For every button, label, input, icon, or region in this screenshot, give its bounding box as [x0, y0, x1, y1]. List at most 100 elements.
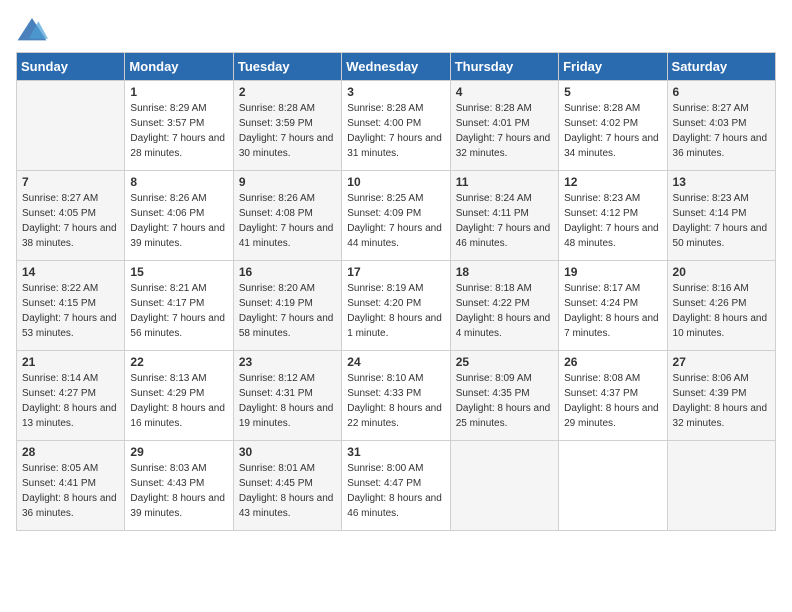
calendar-cell: 12Sunrise: 8:23 AMSunset: 4:12 PMDayligh…	[559, 171, 667, 261]
calendar-cell: 14 Sunrise: 8:22 AMSunset: 4:15 PMDayligh…	[17, 261, 125, 351]
calendar-cell: 16 Sunrise: 8:20 AMSunset: 4:19 PMDayligh…	[233, 261, 341, 351]
day-number: 4	[456, 85, 553, 99]
day-info: Sunrise: 8:21 AMSunset: 4:17 PMDaylight:…	[130, 281, 227, 341]
day-number: 25	[456, 355, 553, 369]
day-info: Sunrise: 8:09 AMSunset: 4:35 PMDaylight:…	[456, 371, 553, 431]
day-info: Sunrise: 8:17 AMSunset: 4:24 PMDaylight:…	[564, 281, 661, 341]
calendar-cell: 27Sunrise: 8:06 AMSunset: 4:39 PMDayligh…	[667, 351, 775, 441]
day-number: 11	[456, 175, 553, 189]
calendar-cell	[450, 441, 558, 531]
day-info: Sunrise: 8:00 AMSunset: 4:47 PMDaylight:…	[347, 461, 444, 521]
calendar-cell: 8 Sunrise: 8:26 AMSunset: 4:06 PMDaylight…	[125, 171, 233, 261]
day-number: 23	[239, 355, 336, 369]
day-number: 1	[130, 85, 227, 99]
calendar-week-4: 21 Sunrise: 8:14 AMSunset: 4:27 PMDayligh…	[17, 351, 776, 441]
logo-icon	[16, 16, 48, 44]
calendar-week-2: 7 Sunrise: 8:27 AMSunset: 4:05 PMDaylight…	[17, 171, 776, 261]
day-info: Sunrise: 8:05 AMSunset: 4:41 PMDaylight:…	[22, 461, 119, 521]
day-number: 19	[564, 265, 661, 279]
day-info: Sunrise: 8:26 AMSunset: 4:08 PMDaylight:…	[239, 191, 336, 251]
calendar-cell: 13Sunrise: 8:23 AMSunset: 4:14 PMDayligh…	[667, 171, 775, 261]
day-number: 24	[347, 355, 444, 369]
day-info: Sunrise: 8:28 AMSunset: 4:00 PMDaylight:…	[347, 101, 444, 161]
weekday-header-friday: Friday	[559, 53, 667, 81]
day-number: 31	[347, 445, 444, 459]
calendar-cell: 25 Sunrise: 8:09 AMSunset: 4:35 PMDayligh…	[450, 351, 558, 441]
day-info: Sunrise: 8:16 AMSunset: 4:26 PMDaylight:…	[673, 281, 770, 341]
calendar-week-3: 14 Sunrise: 8:22 AMSunset: 4:15 PMDayligh…	[17, 261, 776, 351]
day-number: 22	[130, 355, 227, 369]
day-info: Sunrise: 8:10 AMSunset: 4:33 PMDaylight:…	[347, 371, 444, 431]
calendar-cell	[667, 441, 775, 531]
calendar-cell: 26Sunrise: 8:08 AMSunset: 4:37 PMDayligh…	[559, 351, 667, 441]
day-number: 6	[673, 85, 770, 99]
day-number: 28	[22, 445, 119, 459]
day-info: Sunrise: 8:03 AMSunset: 4:43 PMDaylight:…	[130, 461, 227, 521]
day-number: 5	[564, 85, 661, 99]
calendar-cell: 30 Sunrise: 8:01 AMSunset: 4:45 PMDayligh…	[233, 441, 341, 531]
calendar-cell: 17 Sunrise: 8:19 AMSunset: 4:20 PMDayligh…	[342, 261, 450, 351]
calendar-cell: 28 Sunrise: 8:05 AMSunset: 4:41 PMDayligh…	[17, 441, 125, 531]
day-number: 8	[130, 175, 227, 189]
day-number: 30	[239, 445, 336, 459]
calendar-cell: 18Sunrise: 8:18 AMSunset: 4:22 PMDayligh…	[450, 261, 558, 351]
day-number: 29	[130, 445, 227, 459]
day-info: Sunrise: 8:27 AMSunset: 4:05 PMDaylight:…	[22, 191, 119, 251]
day-info: Sunrise: 8:18 AMSunset: 4:22 PMDaylight:…	[456, 281, 553, 341]
calendar-cell: 31 Sunrise: 8:00 AMSunset: 4:47 PMDayligh…	[342, 441, 450, 531]
weekday-header-monday: Monday	[125, 53, 233, 81]
weekday-header-wednesday: Wednesday	[342, 53, 450, 81]
calendar-cell	[559, 441, 667, 531]
calendar-cell: 7 Sunrise: 8:27 AMSunset: 4:05 PMDaylight…	[17, 171, 125, 261]
day-number: 17	[347, 265, 444, 279]
day-info: Sunrise: 8:29 AMSunset: 3:57 PMDaylight:…	[130, 101, 227, 161]
calendar-table: SundayMondayTuesdayWednesdayThursdayFrid…	[16, 52, 776, 531]
calendar-cell: 4Sunrise: 8:28 AMSunset: 4:01 PMDaylight…	[450, 81, 558, 171]
day-info: Sunrise: 8:23 AMSunset: 4:14 PMDaylight:…	[673, 191, 770, 251]
day-info: Sunrise: 8:28 AMSunset: 4:02 PMDaylight:…	[564, 101, 661, 161]
logo	[16, 16, 50, 44]
calendar-cell: 1 Sunrise: 8:29 AMSunset: 3:57 PMDaylight…	[125, 81, 233, 171]
day-info: Sunrise: 8:22 AMSunset: 4:15 PMDaylight:…	[22, 281, 119, 341]
day-number: 21	[22, 355, 119, 369]
calendar-week-1: 1 Sunrise: 8:29 AMSunset: 3:57 PMDaylight…	[17, 81, 776, 171]
calendar-cell: 20Sunrise: 8:16 AMSunset: 4:26 PMDayligh…	[667, 261, 775, 351]
day-number: 2	[239, 85, 336, 99]
day-number: 7	[22, 175, 119, 189]
calendar-cell: 24 Sunrise: 8:10 AMSunset: 4:33 PMDayligh…	[342, 351, 450, 441]
calendar-cell: 22 Sunrise: 8:13 AMSunset: 4:29 PMDayligh…	[125, 351, 233, 441]
day-info: Sunrise: 8:13 AMSunset: 4:29 PMDaylight:…	[130, 371, 227, 431]
day-info: Sunrise: 8:24 AMSunset: 4:11 PMDaylight:…	[456, 191, 553, 251]
day-number: 12	[564, 175, 661, 189]
calendar-cell: 9 Sunrise: 8:26 AMSunset: 4:08 PMDaylight…	[233, 171, 341, 261]
calendar-cell: 15Sunrise: 8:21 AMSunset: 4:17 PMDayligh…	[125, 261, 233, 351]
page-header	[16, 16, 776, 44]
day-number: 9	[239, 175, 336, 189]
day-info: Sunrise: 8:12 AMSunset: 4:31 PMDaylight:…	[239, 371, 336, 431]
weekday-header-thursday: Thursday	[450, 53, 558, 81]
day-info: Sunrise: 8:19 AMSunset: 4:20 PMDaylight:…	[347, 281, 444, 341]
day-info: Sunrise: 8:14 AMSunset: 4:27 PMDaylight:…	[22, 371, 119, 431]
day-info: Sunrise: 8:20 AMSunset: 4:19 PMDaylight:…	[239, 281, 336, 341]
calendar-cell: 2 Sunrise: 8:28 AMSunset: 3:59 PMDaylight…	[233, 81, 341, 171]
calendar-cell: 3 Sunrise: 8:28 AMSunset: 4:00 PMDaylight…	[342, 81, 450, 171]
day-number: 14	[22, 265, 119, 279]
calendar-body: 1 Sunrise: 8:29 AMSunset: 3:57 PMDaylight…	[17, 81, 776, 531]
calendar-cell: 21 Sunrise: 8:14 AMSunset: 4:27 PMDayligh…	[17, 351, 125, 441]
calendar-cell: 11 Sunrise: 8:24 AMSunset: 4:11 PMDayligh…	[450, 171, 558, 261]
day-number: 10	[347, 175, 444, 189]
day-info: Sunrise: 8:26 AMSunset: 4:06 PMDaylight:…	[130, 191, 227, 251]
day-number: 26	[564, 355, 661, 369]
calendar-cell: 29 Sunrise: 8:03 AMSunset: 4:43 PMDayligh…	[125, 441, 233, 531]
calendar-cell: 5 Sunrise: 8:28 AMSunset: 4:02 PMDaylight…	[559, 81, 667, 171]
day-info: Sunrise: 8:28 AMSunset: 3:59 PMDaylight:…	[239, 101, 336, 161]
calendar-cell: 6 Sunrise: 8:27 AMSunset: 4:03 PMDaylight…	[667, 81, 775, 171]
day-info: Sunrise: 8:27 AMSunset: 4:03 PMDaylight:…	[673, 101, 770, 161]
day-number: 3	[347, 85, 444, 99]
day-info: Sunrise: 8:25 AMSunset: 4:09 PMDaylight:…	[347, 191, 444, 251]
weekday-header-tuesday: Tuesday	[233, 53, 341, 81]
day-info: Sunrise: 8:01 AMSunset: 4:45 PMDaylight:…	[239, 461, 336, 521]
day-number: 16	[239, 265, 336, 279]
day-info: Sunrise: 8:06 AMSunset: 4:39 PMDaylight:…	[673, 371, 770, 431]
calendar-cell: 10 Sunrise: 8:25 AMSunset: 4:09 PMDayligh…	[342, 171, 450, 261]
